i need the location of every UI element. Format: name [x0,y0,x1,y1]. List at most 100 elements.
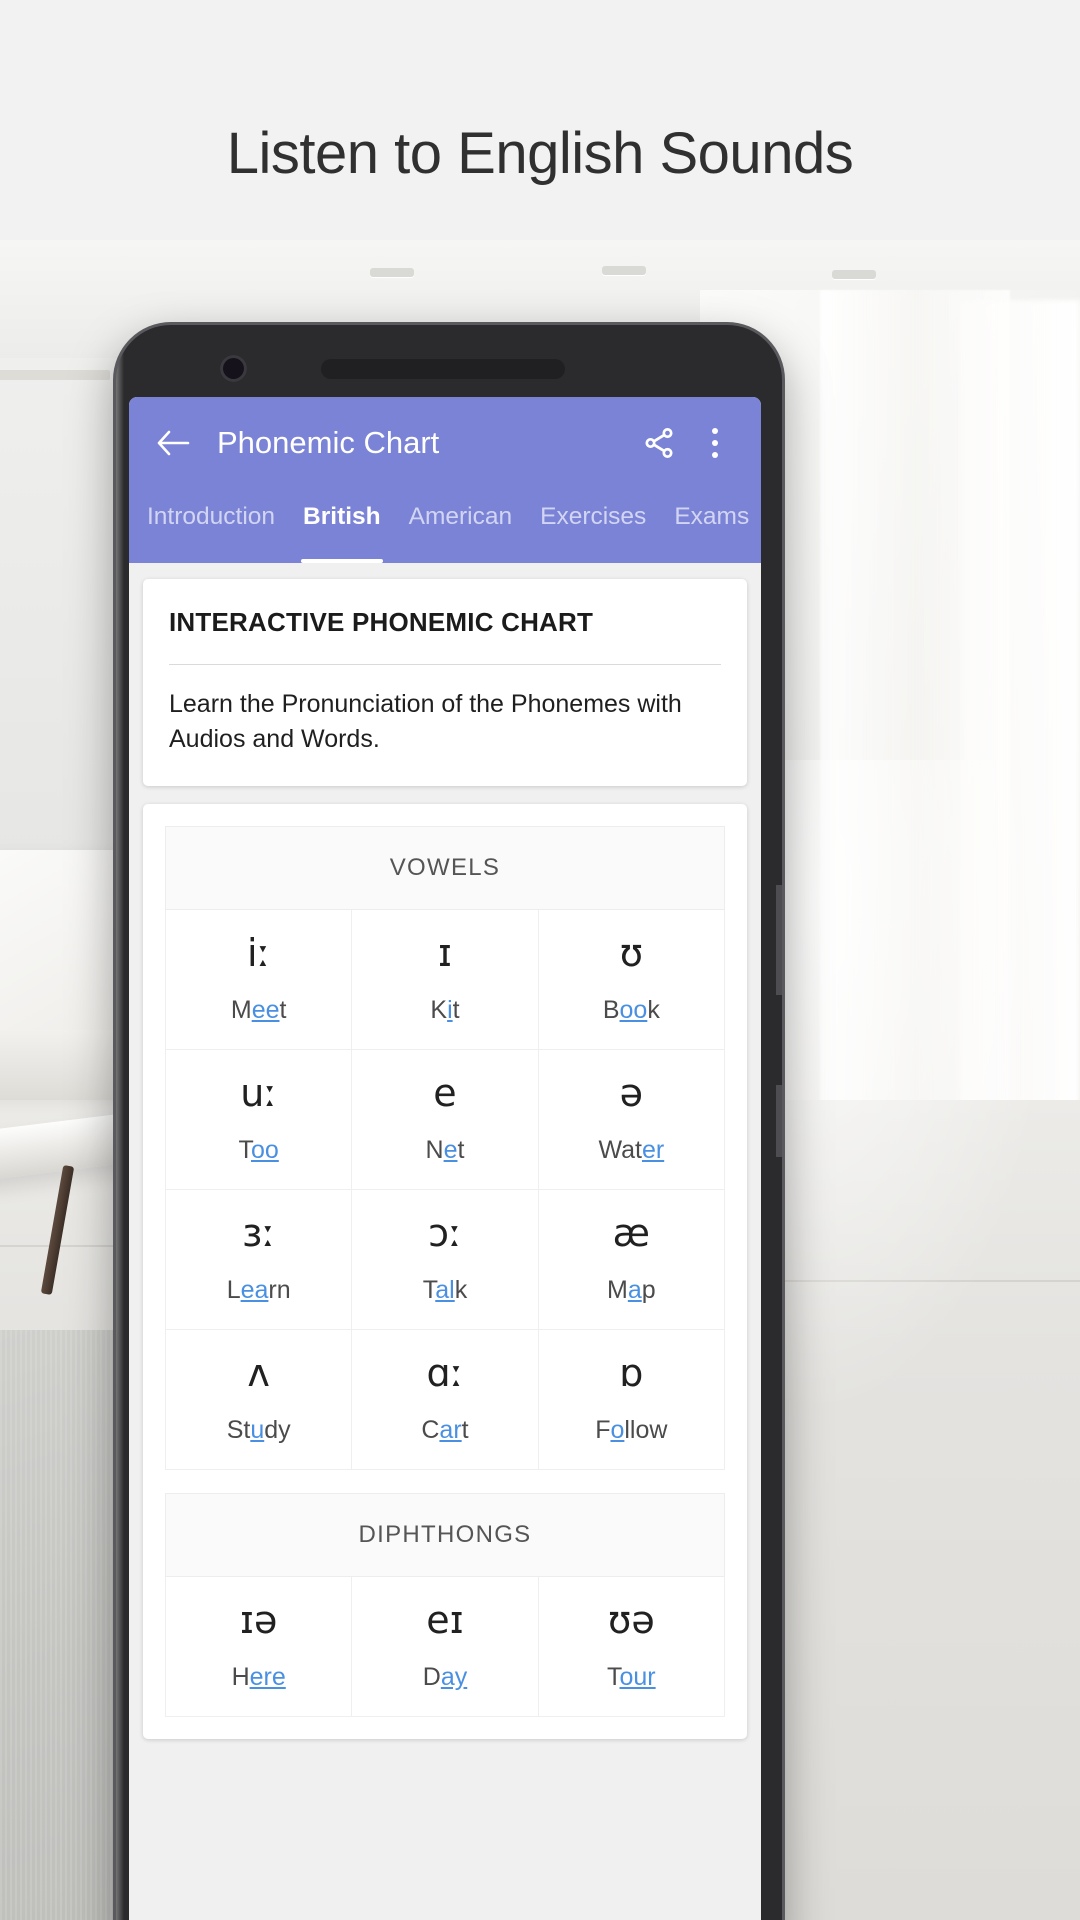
phoneme-table: VOWELS iː Meet ɪ Kit ʊ Book uː Too e Net ə Water ɜː Le… [164,826,726,1717]
section-header-row: DIPHTHONGS [165,1493,725,1577]
example-word: Too [238,1136,279,1164]
highlighted-letters: oo [251,1136,279,1164]
phoneme-cell[interactable]: ɪ Kit [351,909,539,1050]
highlighted-letters: er [641,1136,665,1164]
table-row: ɪə Here eɪ Day ʊə Tour [164,1576,726,1717]
phoneme-cell[interactable]: ɪə Here [164,1576,353,1717]
phoneme-symbol: ɒ [619,1351,644,1395]
phoneme-symbol: ə [619,1071,644,1115]
info-card: INTERACTIVE PHONEMIC CHART Learn the Pro… [143,579,747,786]
phoneme-cell[interactable]: e Net [351,1049,539,1190]
phoneme-cell[interactable]: ʌ Study [164,1329,353,1470]
example-word: Water [598,1136,665,1164]
table-row: ʌ Study ɑː Cart ɒ Follow [164,1329,726,1470]
tab-label: American [408,503,513,530]
highlighted-letters: o [610,1416,625,1444]
highlighted-letters: al [435,1276,455,1304]
phoneme-cell[interactable]: iː Meet [164,909,353,1050]
phoneme-symbol: æ [612,1211,650,1255]
headline-banner: Listen to English Sounds [0,0,1080,240]
phoneme-cell[interactable]: æ Map [537,1189,726,1330]
example-word: Map [607,1276,656,1304]
example-word: Kit [430,996,460,1024]
tab-indicator [145,559,277,563]
tab-indicator [407,559,514,563]
phoneme-cell[interactable]: ʊə Tour [537,1576,726,1717]
phoneme-cell[interactable]: eɪ Day [351,1576,539,1717]
phoneme-symbol: ɑː [426,1351,464,1395]
highlighted-letters: ere [249,1663,286,1691]
highlighted-letters: our [619,1663,656,1691]
example-word: Talk [422,1276,468,1304]
highlighted-letters: u [250,1416,265,1444]
highlighted-letters: ee [251,996,280,1024]
highlighted-letters: ay [440,1663,468,1691]
example-word: Meet [230,996,287,1024]
phoneme-cell[interactable]: ɔː Talk [351,1189,539,1330]
back-arrow-icon[interactable] [151,421,195,465]
example-word: Learn [226,1276,291,1304]
section-spacer [166,1470,725,1494]
highlighted-letters: i [447,996,453,1024]
phoneme-symbol: ʊ [619,931,644,975]
example-word: Study [226,1416,291,1444]
tab-british[interactable]: British [289,489,395,563]
photo-shelf [0,370,110,380]
app-bar: Phonemic Chart Introduction British Amer… [129,397,761,563]
phonemic-chart-card: VOWELS iː Meet ɪ Kit ʊ Book uː Too e Net ə Water ɜː Le… [143,804,747,1739]
phoneme-symbol: ɜː [242,1211,276,1255]
table-row: uː Too e Net ə Water [164,1049,726,1190]
more-vertical-icon[interactable] [691,419,739,467]
phoneme-cell[interactable]: ɒ Follow [537,1329,726,1470]
power-button[interactable] [776,1085,782,1157]
table-row: ɜː Learn ɔː Talk æ Map [164,1189,726,1330]
section-heading: DIPHTHONGS [165,1493,725,1577]
tab-bar: Introduction British American Exercises … [129,489,761,563]
example-word: Tour [607,1663,656,1691]
section-header-row: VOWELS [165,826,725,910]
info-card-description: Learn the Pronunciation of the Phonemes … [169,690,682,753]
table-row: iː Meet ɪ Kit ʊ Book [164,909,726,1050]
phoneme-symbol: iː [246,931,271,975]
tab-exams[interactable]: Exams [660,489,761,563]
phoneme-symbol: ʊə [607,1598,655,1642]
phoneme-symbol: e [433,1071,457,1115]
phoneme-cell[interactable]: ɜː Learn [164,1189,353,1330]
app-bar-title: Phonemic Chart [217,425,440,460]
tab-label: Exams [674,503,750,530]
photo-vent [832,270,876,279]
example-word: Day [422,1663,468,1691]
tab-introduction[interactable]: Introduction [133,489,289,563]
tab-american[interactable]: American [395,489,526,563]
page-title: Listen to English Sounds [226,121,854,186]
front-camera-icon [220,355,247,382]
tab-label: British [303,503,381,530]
section-heading: VOWELS [165,826,725,910]
phoneme-cell[interactable]: ɑː Cart [351,1329,539,1470]
highlighted-letters: a [627,1276,642,1304]
example-word: Book [602,996,660,1024]
example-word: Cart [421,1416,469,1444]
menu-dot [712,428,718,434]
tab-indicator [301,559,383,563]
volume-button[interactable] [776,885,782,995]
phoneme-cell[interactable]: uː Too [164,1049,353,1190]
example-word: Here [231,1663,286,1691]
tab-indicator [538,559,648,563]
highlighted-letters: ar [439,1416,462,1444]
phoneme-cell[interactable]: ə Water [537,1049,726,1190]
highlighted-letters: oo [619,996,648,1024]
phoneme-symbol: eɪ [426,1598,464,1642]
info-card-divider [169,664,721,665]
phoneme-symbol: ɔː [428,1211,462,1255]
phoneme-cell[interactable]: ʊ Book [537,909,726,1050]
share-icon[interactable] [635,419,683,467]
phone-mockup: Phonemic Chart Introduction British Amer… [113,322,785,1920]
example-word: Net [425,1136,465,1164]
tab-exercises[interactable]: Exercises [526,489,660,563]
phone-screen: Phonemic Chart Introduction British Amer… [129,397,761,1920]
app-content: INTERACTIVE PHONEMIC CHART Learn the Pro… [129,563,761,1739]
earpiece-speaker [321,359,565,379]
menu-dot [712,440,718,446]
highlighted-letters: e [443,1136,458,1164]
